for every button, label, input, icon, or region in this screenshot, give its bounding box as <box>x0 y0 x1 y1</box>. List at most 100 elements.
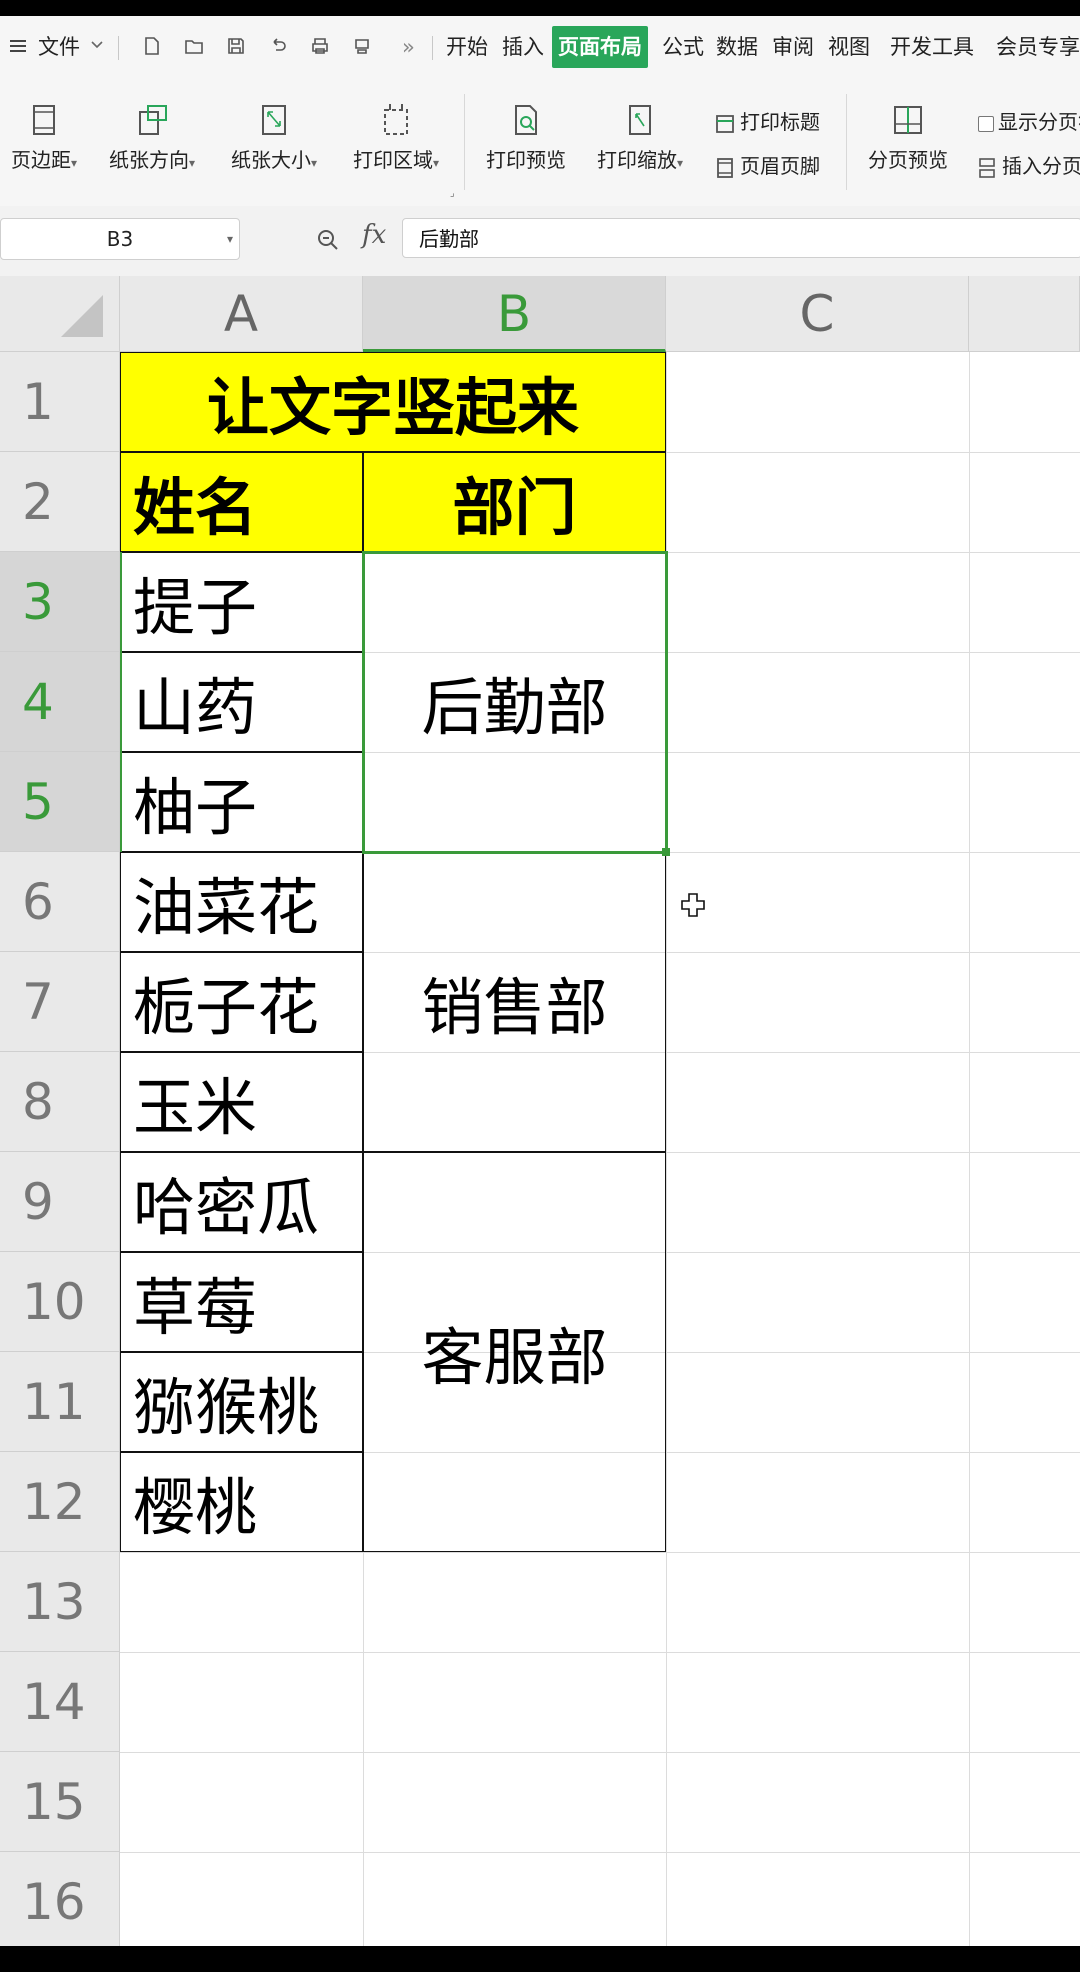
ribbon-page-layout: 页边距▾ 纸张方向▾ 纸张大小▾ 打印区域▾ 打印预览 打印缩放▾ 打印标题 页… <box>0 80 1080 207</box>
formula-input[interactable]: 后勤部 <box>402 218 1080 258</box>
header-footer-label: 页眉页脚 <box>740 154 820 178</box>
dept-cell-service[interactable]: 客服部 <box>363 1152 666 1552</box>
row-header-3[interactable]: 3 <box>0 552 120 652</box>
menu-bar: 文件 » 开始 插入 页面布局 公式 数据 审阅 视图 开发工具 会员专享 <box>0 16 1080 80</box>
row-header-4[interactable]: 4 <box>0 652 120 752</box>
divider <box>432 36 433 60</box>
paper-size-icon <box>262 105 286 135</box>
page-break-preview-button[interactable]: 分页预览 <box>862 102 954 173</box>
print-icon[interactable] <box>310 36 330 56</box>
name-cell[interactable]: 樱桃 <box>120 1452 363 1552</box>
print-scale-button[interactable]: 打印缩放▾ <box>588 102 692 173</box>
tab-data[interactable]: 数据 <box>716 26 758 68</box>
divider <box>118 36 119 60</box>
row-header-16[interactable]: 16 <box>0 1852 120 1946</box>
row-header-12[interactable]: 12 <box>0 1452 120 1552</box>
column-header-a[interactable]: A <box>120 276 363 352</box>
print-titles-icon <box>716 114 734 133</box>
zoom-icon[interactable] <box>316 228 340 252</box>
print-titles-button[interactable]: 打印标题 <box>714 106 820 135</box>
dialog-launcher-icon[interactable]: ⌟ <box>450 188 455 199</box>
name-cell[interactable]: 栀子花 <box>120 952 363 1052</box>
header-dept-cell[interactable]: 部门 <box>363 452 666 552</box>
row-header-11[interactable]: 11 <box>0 1352 120 1452</box>
gridline <box>120 1752 1080 1753</box>
print-preview-label: 打印预览 <box>486 148 566 172</box>
name-cell[interactable]: 油菜花 <box>120 852 363 952</box>
margins-label: 页边距 <box>10 148 71 172</box>
row-header-9[interactable]: 9 <box>0 1152 120 1252</box>
tab-member[interactable]: 会员专享 <box>996 26 1080 68</box>
tab-insert[interactable]: 插入 <box>502 26 544 68</box>
screen-frame: 文件 » 开始 插入 页面布局 公式 数据 审阅 视图 开发工具 会员专享 页边… <box>0 0 1080 1972</box>
save-icon[interactable] <box>226 36 246 56</box>
gridline <box>120 1652 1080 1653</box>
tab-review[interactable]: 审阅 <box>772 26 814 68</box>
name-box[interactable]: B3 ▾ <box>0 218 240 260</box>
tab-page-layout[interactable]: 页面布局 <box>552 26 648 68</box>
print-titles-label: 打印标题 <box>740 110 820 134</box>
show-page-breaks-checkbox[interactable]: 显示分页符 <box>978 106 1080 135</box>
row-header-13[interactable]: 13 <box>0 1552 120 1652</box>
tab-developer[interactable]: 开发工具 <box>890 26 974 68</box>
name-cell[interactable]: 玉米 <box>120 1052 363 1152</box>
print-area-icon <box>384 104 408 135</box>
print-preview-button[interactable]: 打印预览 <box>480 102 572 173</box>
header-name-cell[interactable]: 姓名 <box>120 452 363 552</box>
margins-button[interactable]: 页边距▾ <box>4 102 84 173</box>
name-cell[interactable]: 草莓 <box>120 1252 363 1352</box>
row-header-8[interactable]: 8 <box>0 1052 120 1152</box>
print-area-button[interactable]: 打印区域▾ <box>344 102 448 173</box>
hamburger-menu-icon[interactable] <box>8 36 28 56</box>
row-header-5[interactable]: 5 <box>0 752 120 852</box>
insert-page-break-icon <box>979 157 995 178</box>
name-cell[interactable]: 哈密瓜 <box>120 1152 363 1252</box>
spreadsheet-app: 文件 » 开始 插入 页面布局 公式 数据 审阅 视图 开发工具 会员专享 页边… <box>0 16 1080 1946</box>
checkbox-icon[interactable] <box>978 115 994 132</box>
chevron-down-icon[interactable]: ▾ <box>227 219 233 259</box>
row-header-7[interactable]: 7 <box>0 952 120 1052</box>
header-footer-button[interactable]: 页眉页脚 <box>714 150 820 179</box>
tab-home[interactable]: 开始 <box>446 26 488 68</box>
insert-page-break-button[interactable]: 插入分页符 <box>976 150 1080 179</box>
chevron-down-icon[interactable] <box>90 38 104 52</box>
function-icon[interactable]: fx <box>362 220 386 250</box>
column-header-b[interactable]: B <box>363 276 666 352</box>
ribbon-divider <box>464 94 465 190</box>
tab-view[interactable]: 视图 <box>828 26 870 68</box>
column-header-c[interactable]: C <box>666 276 969 352</box>
header-footer-icon <box>717 157 733 178</box>
more-quick-tools-icon[interactable]: » <box>402 26 415 68</box>
orientation-icon <box>139 105 167 135</box>
row-header-14[interactable]: 14 <box>0 1652 120 1752</box>
orientation-button[interactable]: 纸张方向▾ <box>100 102 204 173</box>
margins-icon <box>33 105 55 135</box>
tab-formulas[interactable]: 公式 <box>662 26 704 68</box>
dept-cell-sales[interactable]: 销售部 <box>363 852 666 1152</box>
gridline <box>120 1552 1080 1553</box>
file-menu[interactable]: 文件 <box>38 26 80 68</box>
paper-size-button[interactable]: 纸张大小▾ <box>222 102 326 173</box>
cell-cursor-icon <box>681 893 705 917</box>
title-cell[interactable]: 让文字竖起来 <box>120 352 666 452</box>
row-header-6[interactable]: 6 <box>0 852 120 952</box>
show-page-breaks-label: 显示分页符 <box>998 110 1080 134</box>
paper-size-label: 纸张大小 <box>230 148 311 172</box>
new-file-icon[interactable] <box>142 36 162 56</box>
open-folder-icon[interactable] <box>184 36 204 56</box>
column-header-d[interactable] <box>969 276 1080 352</box>
row-header-2[interactable]: 2 <box>0 452 120 552</box>
row-header-15[interactable]: 15 <box>0 1752 120 1852</box>
insert-page-break-label: 插入分页符 <box>1002 154 1080 178</box>
name-box-value: B3 <box>106 227 134 251</box>
print-preview-quick-icon[interactable] <box>352 36 372 56</box>
active-cell-selection <box>362 551 668 854</box>
undo-icon[interactable] <box>268 36 288 56</box>
fill-handle[interactable] <box>662 848 670 856</box>
select-all-triangle-icon <box>61 295 103 337</box>
select-all-corner[interactable] <box>0 276 120 352</box>
name-cell[interactable]: 猕猴桃 <box>120 1352 363 1452</box>
row-header-1[interactable]: 1 <box>0 352 120 452</box>
row-header-10[interactable]: 10 <box>0 1252 120 1352</box>
orientation-label: 纸张方向 <box>108 148 189 172</box>
